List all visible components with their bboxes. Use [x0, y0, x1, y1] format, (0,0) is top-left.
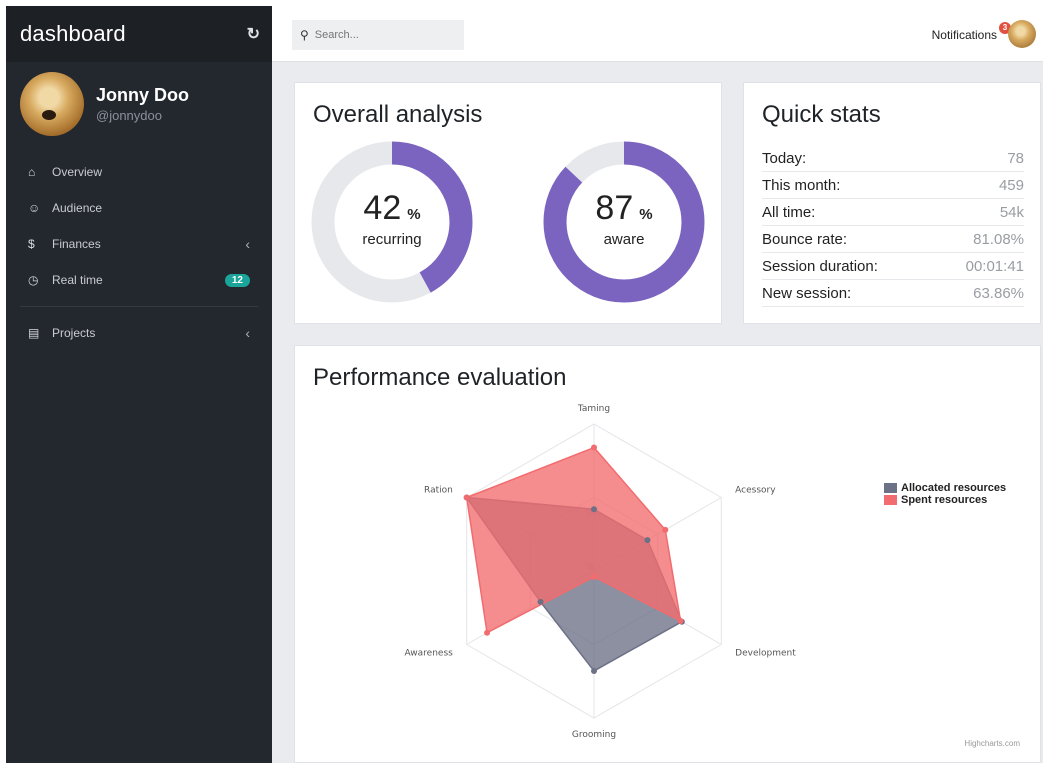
sidebar-nav: ⌂ Overview ☺ Audience $ Finances ‹ ◷ Rea… [6, 154, 272, 351]
clock-icon: ◷ [28, 273, 39, 287]
quick-stats-card: Quick stats Today: 78 This month: 459 All … [743, 82, 1041, 324]
sidebar-item-label: Overview [52, 165, 103, 179]
series-point[interactable] [463, 494, 470, 501]
search-input[interactable] [312, 28, 457, 42]
stat-value: 81.08% [973, 230, 1024, 248]
stat-value: 78 [1007, 149, 1024, 167]
stat-label: This month: [762, 176, 841, 194]
legend-item-spent[interactable]: Spent resources [884, 494, 1006, 506]
donut-number: 87 [595, 189, 634, 227]
donut-value: 42% [311, 189, 473, 228]
sidebar-item-audience[interactable]: ☺ Audience [6, 190, 272, 226]
search-box[interactable]: ⚲ [292, 20, 464, 50]
sidebar: dashboard ↻ Jonny Doo @jonnydoo ⌂ Overvi… [6, 6, 272, 763]
stat-row: New session: 63.86% [762, 280, 1024, 307]
legend-swatch [884, 495, 897, 505]
series-point[interactable] [591, 573, 597, 580]
sidebar-item-label: Projects [52, 326, 96, 340]
user-profile[interactable]: Jonny Doo @jonnydoo [6, 62, 272, 136]
donut-caption: aware [603, 231, 645, 248]
stat-row: Session duration: 00:01:41 [762, 253, 1024, 280]
stat-row: Bounce rate: 81.08% [762, 226, 1024, 253]
avatar[interactable] [20, 72, 84, 136]
legend-label: Allocated resources [901, 482, 1007, 494]
axis-category-label: Acessory [735, 486, 776, 496]
recurring-donut: 42% recurring [311, 141, 473, 303]
series-point[interactable] [484, 629, 491, 636]
sidebar-item-real-time[interactable]: ◷ Real time 12 [6, 262, 272, 298]
stat-value: 54k [999, 203, 1024, 221]
sidebar-item-finances[interactable]: $ Finances ‹ [6, 226, 272, 262]
app-title: dashboard [20, 21, 126, 46]
performance-card: Performance evaluation 0k50kTamingAcesso… [294, 345, 1041, 763]
stat-value: 00:01:41 [965, 257, 1024, 275]
topbar: ⚲ Notifications 3 [272, 6, 1043, 62]
series-point[interactable] [591, 667, 597, 674]
chevron-left-icon: ‹ [245, 325, 250, 341]
legend-swatch [884, 483, 897, 493]
dollar-icon: $ [28, 237, 35, 251]
card-title: Quick stats [762, 101, 881, 128]
stat-value: 459 [998, 176, 1024, 194]
aware-donut: 87% aware [543, 141, 705, 303]
user-name: Jonny Doo [96, 85, 189, 105]
sidebar-divider [20, 306, 258, 307]
sidebar-item-projects[interactable]: ▤ Projects ‹ [6, 315, 272, 351]
chevron-left-icon: ‹ [245, 236, 250, 252]
axis-category-label: Awareness [405, 649, 454, 659]
stat-label: Today: [762, 149, 807, 167]
stats-list: Today: 78 This month: 459 All time: 54k Bou… [762, 145, 1024, 307]
radar-chart: 0k50kTamingAcessoryDevelopmentGroomingAw… [405, 404, 797, 740]
donut-unit: % [639, 206, 653, 223]
series-point[interactable] [662, 526, 669, 533]
chart-legend: Allocated resources Spent resources [884, 482, 1006, 506]
avatar[interactable] [1008, 20, 1036, 48]
user-icon: ☺ [28, 201, 41, 215]
briefcase-icon: ▤ [28, 326, 40, 340]
refresh-icon[interactable]: ↻ [247, 24, 260, 44]
sidebar-item-label: Real time [52, 273, 103, 287]
card-title: Overall analysis [313, 101, 483, 128]
sidebar-header: dashboard ↻ [6, 6, 272, 62]
sidebar-item-label: Audience [52, 201, 103, 215]
sidebar-item-label: Finances [52, 237, 101, 251]
realtime-badge: 12 [224, 273, 250, 287]
user-handle: @jonnydoo [96, 108, 162, 123]
legend-label: Spent resources [901, 494, 988, 506]
series-point[interactable] [591, 444, 597, 451]
donut-unit: % [407, 206, 421, 223]
stat-label: Bounce rate: [762, 230, 848, 248]
stat-row: Today: 78 [762, 145, 1024, 172]
series-point[interactable] [644, 537, 651, 544]
donut-caption: recurring [362, 231, 422, 248]
stat-label: New session: [762, 284, 852, 302]
overall-analysis-card: Overall analysis 42% recurring 87% aware [294, 82, 722, 324]
chart-credit[interactable]: Highcharts.com [964, 739, 1020, 748]
notifications-link[interactable]: Notifications [932, 28, 997, 42]
stat-row: This month: 459 [762, 172, 1024, 199]
series-point[interactable] [591, 506, 597, 513]
series-point[interactable] [537, 598, 544, 605]
axis-category-label: Development [735, 649, 796, 659]
sidebar-item-overview[interactable]: ⌂ Overview [6, 154, 272, 190]
stat-value: 63.86% [973, 284, 1024, 302]
donut-value: 87% [543, 189, 705, 228]
stat-label: Session duration: [762, 257, 878, 275]
axis-category-label: Taming [577, 404, 610, 414]
axis-category-label: Ration [424, 486, 453, 496]
legend-item-allocated[interactable]: Allocated resources [884, 482, 1006, 494]
stat-label: All time: [762, 203, 816, 221]
search-icon: ⚲ [300, 28, 309, 42]
home-icon: ⌂ [28, 165, 36, 179]
series-point[interactable] [677, 617, 684, 624]
axis-category-label: Grooming [572, 730, 616, 740]
stat-row: All time: 54k [762, 199, 1024, 226]
dashboard-app: dashboard ↻ Jonny Doo @jonnydoo ⌂ Overvi… [6, 6, 1043, 763]
donut-number: 42 [363, 189, 402, 227]
